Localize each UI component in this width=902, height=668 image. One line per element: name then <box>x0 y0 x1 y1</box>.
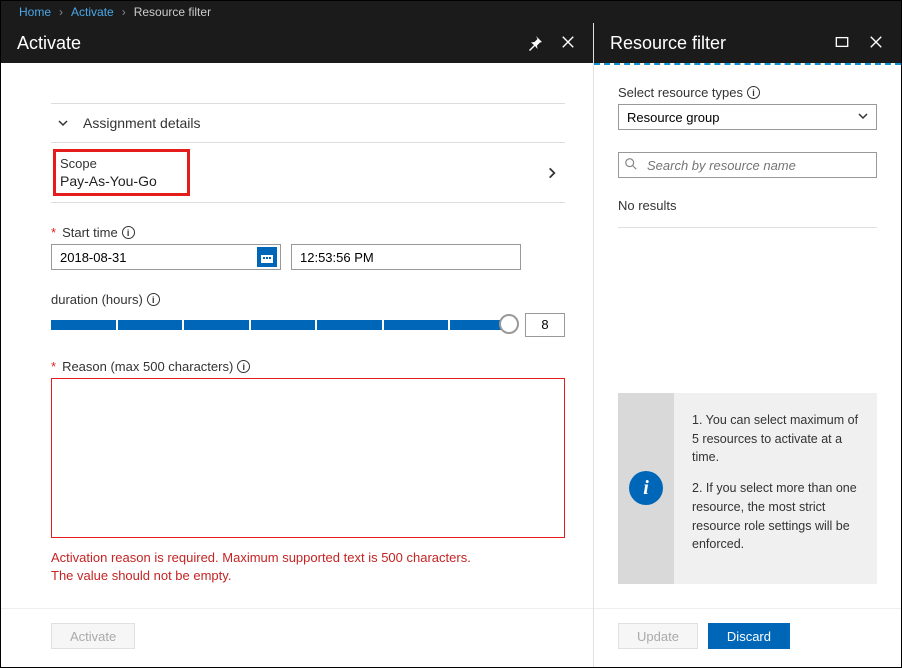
duration-slider[interactable] <box>51 316 515 334</box>
activate-title: Activate <box>17 33 81 54</box>
tip-2: 2. If you select more than one resource,… <box>692 479 859 554</box>
error-text-2: The value should not be empty. <box>51 567 565 585</box>
tip-1: 1. You can select maximum of 5 resources… <box>692 411 859 467</box>
resource-filter-panel: Resource filter Select resource types i … <box>593 23 901 667</box>
breadcrumb-home[interactable]: Home <box>19 5 51 19</box>
scope-row[interactable]: Scope Pay-As-You-Go <box>51 143 565 203</box>
start-time-label: Start time <box>62 225 118 240</box>
reason-label: Reason (max 500 characters) <box>62 359 233 374</box>
chevron-right-icon: › <box>59 5 63 19</box>
close-icon[interactable] <box>869 35 885 51</box>
resource-type-value: Resource group <box>627 110 720 125</box>
activate-titlebar: Activate <box>1 23 593 63</box>
breadcrumb: Home › Activate › Resource filter <box>1 1 901 23</box>
slider-thumb[interactable] <box>499 314 519 334</box>
error-text-1: Activation reason is required. Maximum s… <box>51 549 565 567</box>
duration-value[interactable]: 8 <box>525 313 565 337</box>
info-icon[interactable]: i <box>237 360 250 373</box>
breadcrumb-activate[interactable]: Activate <box>71 5 114 19</box>
chevron-right-icon: › <box>122 5 126 19</box>
pin-icon[interactable] <box>527 35 543 51</box>
required-icon: * <box>51 225 56 240</box>
time-input[interactable] <box>291 244 521 270</box>
no-results-text: No results <box>618 198 877 228</box>
required-icon: * <box>51 359 56 374</box>
resource-types-label: Select resource types <box>618 85 743 100</box>
search-icon <box>624 157 638 171</box>
info-icon[interactable]: i <box>747 86 760 99</box>
resource-filter-title: Resource filter <box>610 33 726 54</box>
info-box: i 1. You can select maximum of 5 resourc… <box>618 393 877 584</box>
info-icon[interactable]: i <box>147 293 160 306</box>
scope-label: Scope <box>60 156 157 171</box>
resource-filter-titlebar: Resource filter <box>594 23 901 63</box>
breadcrumb-current: Resource filter <box>134 5 211 19</box>
resource-search-input[interactable] <box>618 152 877 178</box>
chevron-down-icon <box>857 110 869 122</box>
chevron-right-icon <box>545 166 559 180</box>
info-icon: i <box>629 471 663 505</box>
section-header-label: Assignment details <box>83 115 201 131</box>
close-icon[interactable] <box>561 35 577 51</box>
discard-button[interactable]: Discard <box>708 623 790 649</box>
duration-label: duration (hours) <box>51 292 143 307</box>
info-icon[interactable]: i <box>122 226 135 239</box>
assignment-details-header[interactable]: Assignment details <box>51 103 565 143</box>
chevron-down-icon <box>57 117 69 129</box>
activate-button[interactable]: Activate <box>51 623 135 649</box>
date-input[interactable] <box>51 244 281 270</box>
scope-highlight: Scope Pay-As-You-Go <box>53 149 190 196</box>
scope-value: Pay-As-You-Go <box>60 173 157 189</box>
maximize-icon[interactable] <box>835 35 851 51</box>
resource-type-select[interactable]: Resource group <box>618 104 877 130</box>
calendar-icon[interactable] <box>257 247 277 267</box>
update-button[interactable]: Update <box>618 623 698 649</box>
activate-panel: Activate Assignment details Scope <box>1 23 593 667</box>
reason-textarea[interactable] <box>51 378 565 538</box>
